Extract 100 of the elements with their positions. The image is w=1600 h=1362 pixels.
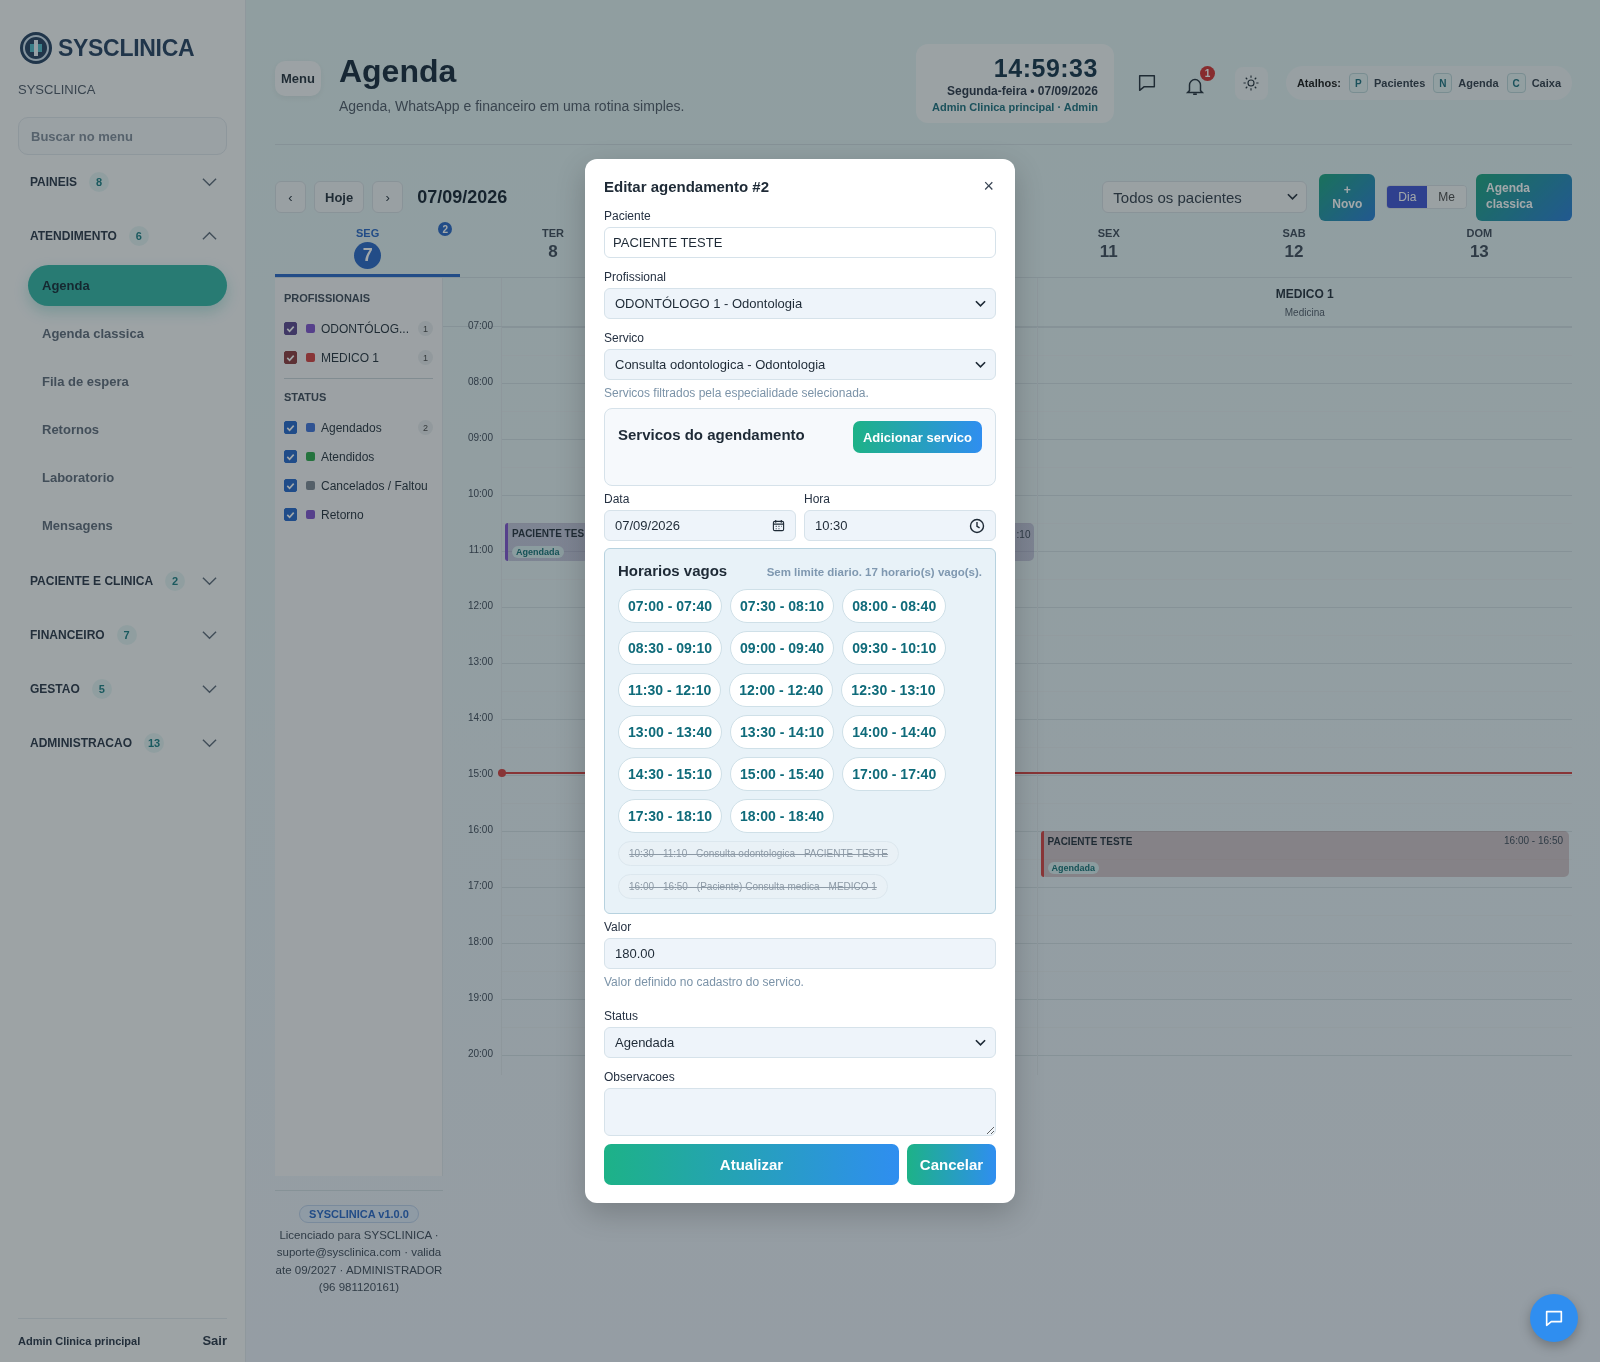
checkbox[interactable]: [284, 421, 297, 434]
filter-label: Cancelados / Faltou: [321, 478, 429, 493]
count-badge: 1: [418, 321, 433, 336]
column-title: MEDICO 1: [1275, 286, 1334, 301]
day-tab[interactable]: SAB 12: [1201, 221, 1387, 277]
time-slot-chip[interactable]: 18:00 - 18:40: [730, 799, 835, 833]
count-badge: 6: [128, 226, 149, 246]
caret-icon: [1287, 193, 1299, 201]
menu-group[interactable]: FINANCEIRO 7: [18, 608, 227, 662]
menu-item[interactable]: Fila de espera: [28, 361, 227, 402]
time-slot-chip[interactable]: 09:00 - 09:40: [730, 631, 835, 665]
day-tab[interactable]: DOM 13: [1386, 221, 1572, 277]
logo-text: SYSCLINICA: [58, 34, 195, 62]
time-slot-chip[interactable]: 12:30 - 13:10: [841, 673, 946, 707]
patient-field[interactable]: PACIENTE TESTE: [604, 227, 996, 258]
patient-select[interactable]: Todos os pacientes: [1102, 181, 1308, 213]
shortcuts-label: Atalhos:: [1296, 77, 1341, 89]
status-tag: Agendada: [512, 545, 564, 558]
time-slot-chip[interactable]: 15:00 - 15:40: [730, 757, 835, 791]
shortcut-key: C: [1506, 73, 1526, 93]
day-tab[interactable]: SEX 11: [1016, 221, 1202, 277]
count-badge: 2: [418, 420, 433, 435]
menu-group[interactable]: ATENDIMENTO 6: [18, 209, 227, 263]
field-label: Servico: [604, 331, 645, 345]
shortcut-link[interactable]: Caixa: [1531, 77, 1561, 89]
price-field[interactable]: 180.00: [604, 938, 996, 969]
page-subtitle: Agenda, WhatsApp e financeiro em uma rotina simples.: [338, 97, 685, 114]
time-slot-chip[interactable]: 07:30 - 08:10: [730, 589, 835, 623]
status-select[interactable]: Agendada: [604, 1027, 996, 1058]
time-slot-chip[interactable]: 12:00 - 12:40: [729, 673, 834, 707]
view-tab[interactable]: Dia: [1387, 186, 1428, 208]
field-label: Observacoes: [604, 1070, 676, 1084]
shortcut-link[interactable]: Agenda: [1458, 77, 1499, 89]
time-slot-chip[interactable]: 17:00 - 17:40: [842, 757, 947, 791]
panel-title: Servicos do agendamento: [618, 426, 805, 443]
notifications-button[interactable]: 1: [1179, 65, 1215, 101]
panel-title: Horarios vagos: [618, 562, 728, 579]
checkbox[interactable]: [284, 450, 297, 463]
count-badge: 13: [144, 733, 164, 753]
previous-button[interactable]: ‹: [275, 181, 306, 213]
menu-item[interactable]: Retornos: [28, 409, 227, 450]
filter-label: MEDICO 1: [321, 350, 380, 365]
new-button[interactable]: + Novo: [1319, 173, 1376, 221]
time-field[interactable]: 10:30: [804, 510, 996, 541]
search-field[interactable]: Buscar no menu: [18, 117, 227, 155]
menu-item[interactable]: Mensagens: [28, 505, 227, 546]
time-slot-chip[interactable]: 17:30 - 18:10: [618, 799, 723, 833]
menu-item[interactable]: Laboratorio: [28, 457, 227, 498]
menu-item[interactable]: Agenda classica: [28, 313, 227, 354]
hour-label: 15:00: [467, 768, 493, 779]
calendar-icon: [772, 519, 785, 532]
cancel-button[interactable]: Cancelar: [907, 1144, 996, 1185]
checkbox[interactable]: [284, 351, 297, 364]
checkbox[interactable]: [284, 479, 297, 492]
user-name: Admin Clinica principal: [18, 1334, 141, 1347]
checkbox[interactable]: [284, 322, 297, 335]
caret-icon: [975, 299, 986, 308]
close-button[interactable]: ×: [981, 177, 996, 195]
menu-group[interactable]: ADMINISTRACAO 13: [18, 716, 227, 770]
time-slot-chip[interactable]: 08:00 - 08:40: [842, 589, 947, 623]
logout-link[interactable]: Sair: [202, 1333, 227, 1348]
time-slot-chip[interactable]: 08:30 - 09:10: [618, 631, 723, 665]
shortcut-link[interactable]: Pacientes: [1373, 77, 1426, 89]
section-title: STATUS: [284, 391, 328, 403]
count-badge: 8: [89, 172, 110, 192]
shortcut-key: P: [1348, 73, 1368, 93]
hour-label: 13:00: [467, 656, 493, 667]
time-slot-chip[interactable]: 11:30 - 12:10: [618, 673, 722, 707]
checkbox[interactable]: [284, 508, 297, 521]
time-slot-chip[interactable]: 14:30 - 15:10: [618, 757, 723, 791]
filter-label: Atendidos: [321, 449, 376, 464]
menu-group[interactable]: PACIENTE E CLINICA 2: [18, 554, 227, 608]
menu-group[interactable]: GESTAO 5: [18, 662, 227, 716]
time-slot-chip[interactable]: 07:00 - 07:40: [618, 589, 723, 623]
next-button[interactable]: ›: [372, 181, 404, 213]
hour-label: 10:00: [467, 488, 493, 499]
time-slot-chip[interactable]: 09:30 - 10:10: [842, 631, 947, 665]
view-tab[interactable]: Me: [1427, 186, 1466, 208]
menu-button[interactable]: Menu: [275, 60, 321, 96]
menu-group[interactable]: PAINEIS 8: [18, 155, 227, 209]
service-select[interactable]: Consulta odontologica - Odontologia: [604, 349, 996, 380]
classic-agenda-button[interactable]: Agenda classica: [1476, 173, 1572, 221]
sun-icon: [1242, 74, 1261, 92]
time-slot-chip[interactable]: 13:00 - 13:40: [618, 715, 723, 749]
theme-button[interactable]: [1234, 66, 1268, 100]
time-slot-chip[interactable]: 13:30 - 14:10: [730, 715, 835, 749]
slots-note: Sem limite diario. 17 horario(s) vago(s).: [766, 566, 982, 578]
column-subtitle: Medicina: [1284, 306, 1325, 318]
notes-field[interactable]: [604, 1088, 996, 1136]
hour-label: 09:00: [467, 432, 493, 443]
add-service-button[interactable]: Adicionar servico: [852, 421, 982, 453]
update-button[interactable]: Atualizar: [604, 1144, 899, 1185]
date-field[interactable]: 07/09/2026: [604, 510, 796, 541]
today-button[interactable]: Hoje: [314, 181, 365, 213]
section-title: PROFISSIONAIS: [284, 292, 372, 304]
license-text: Licenciado para SYSCLINICA · suporte@sysclinica.com · valida ate 09/2027 · ADMINISTRADOR (96 981120161): [275, 1228, 443, 1295]
clock-date: Segunda-feira • 07/09/2026: [946, 83, 1098, 98]
professional-select[interactable]: ODONTÓLOGO 1 - Odontologia: [604, 288, 996, 319]
time-slot-chip[interactable]: 14:00 - 14:40: [842, 715, 947, 749]
menu-item[interactable]: Agenda: [28, 265, 227, 306]
